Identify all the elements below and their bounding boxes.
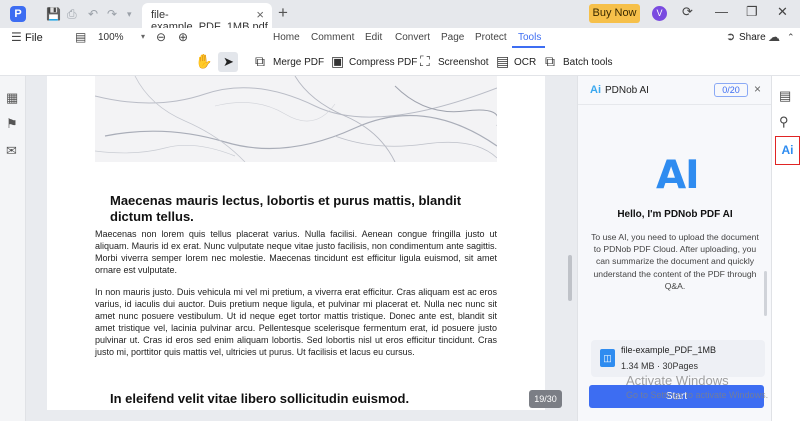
pdf-page: Maecenas mauris lectus, lobortis et puru… bbox=[47, 76, 545, 410]
ai-assistant-button[interactable]: Ai bbox=[775, 136, 800, 165]
section-heading: In eleifend velit vitae libero sollicitu… bbox=[110, 391, 410, 406]
section-heading-text: Maecenas mauris lectus, lobortis et puru… bbox=[110, 193, 462, 224]
tab-edit[interactable]: Edit bbox=[365, 32, 382, 43]
collapse-icon[interactable]: ⌃ bbox=[787, 32, 795, 43]
file-card: ◫ file-example_PDF_1MB 1.34 MB · 30Pages bbox=[591, 340, 765, 377]
screenshot-icon: ⛶ bbox=[420, 53, 430, 69]
title-bar: P 💾 ⎙ ↶ ↷ ▾ file-example_PDF_1MB.pdf × +… bbox=[0, 0, 800, 33]
avatar[interactable]: V bbox=[652, 6, 667, 21]
print-icon[interactable]: ⎙ bbox=[67, 7, 77, 22]
pdf-file-icon: ◫ bbox=[600, 349, 615, 367]
thumbnails-icon[interactable]: ▦ bbox=[6, 90, 18, 106]
ai-panel: Ai PDNob AI 0/20 × AI Hello, I'm PDNob P… bbox=[577, 76, 772, 421]
hamburger-icon[interactable]: ☰ bbox=[11, 30, 22, 44]
ai-panel-title: PDNob AI bbox=[605, 85, 649, 96]
ai-greeting: Hello, I'm PDNob PDF AI bbox=[617, 209, 733, 220]
section-heading: Maecenas mauris lectus, lobortis et puru… bbox=[110, 193, 490, 225]
menu-bar: ☰ File ▤ 100% ▾ ⊖ ⊕ Home Comment Edit Co… bbox=[0, 28, 800, 48]
tab-tools[interactable]: Tools bbox=[518, 32, 541, 43]
close-window-icon[interactable]: ✕ bbox=[777, 4, 788, 20]
hand-icon[interactable]: ✋ bbox=[195, 53, 212, 70]
bookmark-icon[interactable]: ⚑ bbox=[6, 116, 18, 132]
file-meta: 1.34 MB · 30Pages bbox=[621, 361, 699, 371]
tool-label: Merge PDF bbox=[273, 57, 325, 68]
page-view-icon[interactable]: ▤ bbox=[75, 30, 86, 44]
cloud-icon[interactable]: ☁ bbox=[768, 30, 780, 44]
share-button[interactable]: Share bbox=[739, 32, 766, 43]
ai-description: To use AI, you need to upload the docume… bbox=[591, 232, 759, 291]
left-sidebar: ▦ ⚑ ✉ bbox=[0, 76, 26, 421]
tab-page[interactable]: Page bbox=[441, 32, 464, 43]
paragraph: In non mauris justo. Duis vehicula mi ve… bbox=[95, 287, 497, 358]
file-menu[interactable]: File bbox=[25, 32, 43, 44]
document-scrollbar[interactable] bbox=[568, 255, 572, 301]
tab-convert[interactable]: Convert bbox=[395, 32, 430, 43]
properties-icon[interactable]: ▤ bbox=[779, 88, 791, 104]
divider bbox=[578, 104, 772, 105]
merge-icon: ⧉ bbox=[255, 53, 265, 69]
maximize-icon[interactable]: ❐ bbox=[746, 4, 758, 20]
pointer-icon: ➤ bbox=[223, 54, 234, 69]
compress-icon: ▣ bbox=[331, 53, 345, 69]
right-sidebar: ▤ ⚲ Ai bbox=[771, 76, 800, 421]
tool-label: Compress PDF bbox=[349, 57, 418, 68]
ai-hero-logo: AI bbox=[656, 153, 700, 198]
buy-now-button[interactable]: Buy Now bbox=[589, 4, 640, 23]
sync-icon[interactable]: ⟳ bbox=[682, 4, 693, 20]
tool-label: Batch tools bbox=[563, 57, 613, 68]
batch-icon: ⧉ bbox=[545, 53, 555, 69]
panel-scrollbar[interactable] bbox=[764, 271, 767, 316]
marble-image bbox=[95, 76, 497, 162]
question-counter: 0/20 bbox=[714, 83, 748, 97]
search-icon[interactable]: ⚲ bbox=[779, 114, 789, 130]
comment-icon[interactable]: ✉ bbox=[6, 143, 17, 159]
save-icon[interactable]: 💾 bbox=[46, 7, 61, 21]
document-viewer[interactable]: Maecenas mauris lectus, lobortis et puru… bbox=[26, 76, 577, 421]
redo-icon[interactable]: ↷ bbox=[107, 7, 117, 21]
new-tab-button[interactable]: + bbox=[278, 3, 288, 23]
zoom-in-icon[interactable]: ⊕ bbox=[178, 30, 188, 44]
app-logo: P bbox=[10, 6, 26, 22]
activate-windows-subtitle: Go to Settings to activate Windows. bbox=[626, 390, 769, 400]
zoom-out-icon[interactable]: ⊖ bbox=[156, 30, 166, 44]
tab-protect[interactable]: Protect bbox=[475, 32, 507, 43]
share-icon[interactable]: ➲ bbox=[726, 30, 735, 43]
document-tab[interactable]: file-example_PDF_1MB.pdf × bbox=[142, 3, 272, 33]
tab-home[interactable]: Home bbox=[273, 32, 300, 43]
close-icon[interactable]: × bbox=[256, 7, 264, 22]
tool-label: OCR bbox=[514, 57, 537, 68]
ocr-icon: ▤ bbox=[496, 53, 510, 69]
minimize-icon[interactable]: — bbox=[715, 4, 728, 19]
quick-access-dropdown-icon[interactable]: ▾ bbox=[127, 9, 132, 20]
close-icon[interactable]: × bbox=[754, 82, 761, 96]
chevron-down-icon[interactable]: ▾ bbox=[141, 32, 145, 41]
page-counter: 19/30 bbox=[529, 390, 562, 408]
tool-label: Screenshot bbox=[438, 57, 489, 68]
file-name: file-example_PDF_1MB bbox=[621, 345, 717, 355]
paragraph: Maecenas non lorem quis tellus placerat … bbox=[95, 229, 497, 276]
zoom-level[interactable]: 100% bbox=[98, 32, 124, 43]
tab-comment[interactable]: Comment bbox=[311, 32, 354, 43]
undo-icon[interactable]: ↶ bbox=[88, 7, 98, 21]
pointer-tool[interactable]: ➤ bbox=[218, 52, 238, 72]
ai-logo: Ai bbox=[590, 84, 601, 96]
activate-windows-title: Activate Windows bbox=[626, 373, 729, 388]
